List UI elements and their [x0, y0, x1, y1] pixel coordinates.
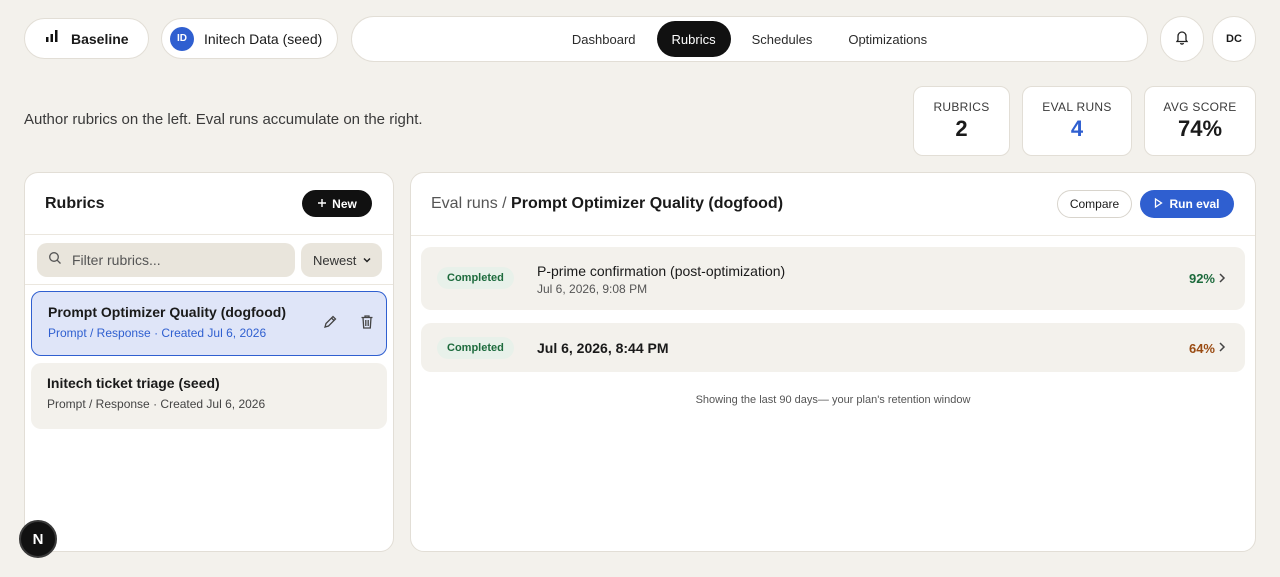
- status-badge: Completed: [437, 267, 514, 289]
- notifications-button[interactable]: [1160, 16, 1204, 62]
- breadcrumb-root[interactable]: Eval runs /: [431, 195, 507, 212]
- eval-actions: Compare Run eval: [1057, 190, 1234, 218]
- dev-tools-badge[interactable]: N: [19, 520, 57, 558]
- stat-label: EVAL RUNS: [1042, 100, 1112, 114]
- page-intro: Author rubrics on the left. Eval runs ac…: [24, 111, 423, 128]
- rubric-meta: Prompt / Response · Created Jul 6, 2026: [47, 397, 371, 411]
- eval-run-row[interactable]: Completed P-prime confirmation (post-opt…: [421, 247, 1245, 310]
- tab-schedules[interactable]: Schedules: [737, 21, 828, 57]
- rubrics-header: Rubrics New: [25, 173, 393, 235]
- rubrics-panel: Rubrics New Newest Prompt Optimizer Qual…: [24, 172, 394, 552]
- bar-chart-icon: [45, 29, 59, 48]
- breadcrumb: Eval runs / Prompt Optimizer Quality (do…: [431, 195, 783, 213]
- stat-value: 74%: [1177, 116, 1223, 141]
- stat-value: 4: [1070, 116, 1084, 141]
- tab-optimizations[interactable]: Optimizations: [833, 21, 942, 57]
- stat-rubrics: RUBRICS 2: [913, 86, 1010, 156]
- eval-run-row[interactable]: Completed Jul 6, 2026, 8:44 PM 64%: [421, 323, 1245, 372]
- stat-value: 2: [955, 116, 968, 141]
- run-score: 64%: [1188, 341, 1215, 356]
- rubric-name: Initech ticket triage (seed): [47, 375, 220, 391]
- rubrics-title: Rubrics: [45, 194, 105, 212]
- main-nav: Dashboard Rubrics Schedules Optimization…: [351, 16, 1148, 62]
- compare-button[interactable]: Compare: [1057, 190, 1132, 218]
- rubric-filter-bar: Newest: [25, 235, 393, 285]
- eval-runs-header: Eval runs / Prompt Optimizer Quality (do…: [411, 173, 1255, 236]
- workspace-switcher[interactable]: ID Initech Data (seed): [161, 18, 338, 59]
- sort-value: Newest: [313, 252, 357, 268]
- new-rubric-label: New: [332, 196, 357, 211]
- run-title: P-prime confirmation (post-optimization): [537, 263, 786, 279]
- rubric-type: Prompt / Response: [48, 326, 151, 340]
- run-eval-button[interactable]: Run eval: [1140, 190, 1234, 218]
- user-avatar[interactable]: DC: [1212, 16, 1256, 62]
- rubric-created: Created Jul 6, 2026: [161, 326, 267, 340]
- brand-label: Baseline: [71, 30, 129, 47]
- rubric-actions: [322, 314, 374, 335]
- run-eval-label: Run eval: [1169, 197, 1220, 211]
- chevron-right-icon: [1217, 271, 1227, 290]
- stat-label: RUBRICS: [933, 100, 990, 114]
- run-score: 92%: [1188, 271, 1215, 286]
- workspace-name: Initech Data (seed): [204, 30, 323, 47]
- plus-icon: [317, 197, 327, 211]
- chevron-right-icon: [1217, 340, 1227, 359]
- run-title: Jul 6, 2026, 8:44 PM: [537, 340, 669, 356]
- edit-icon[interactable]: [322, 314, 338, 335]
- rubric-item[interactable]: Prompt Optimizer Quality (dogfood) Promp…: [31, 291, 387, 356]
- rubric-created: Created Jul 6, 2026: [160, 397, 266, 411]
- rubric-search: [37, 243, 295, 277]
- workspace-avatar: ID: [170, 26, 194, 51]
- play-icon: [1154, 197, 1164, 211]
- retention-note: Showing the last 90 days— your plan's re…: [695, 394, 971, 406]
- brand-button[interactable]: Baseline: [24, 18, 149, 59]
- chevron-down-icon: [362, 253, 372, 268]
- new-rubric-button[interactable]: New: [302, 190, 372, 217]
- run-date: Jul 6, 2026, 9:08 PM: [537, 282, 648, 296]
- stat-avg-score: AVG SCORE 74%: [1144, 86, 1256, 156]
- trash-icon[interactable]: [360, 314, 374, 335]
- status-badge: Completed: [437, 337, 514, 359]
- breadcrumb-current: Prompt Optimizer Quality (dogfood): [511, 195, 784, 212]
- search-icon: [48, 251, 62, 270]
- rubric-type: Prompt / Response: [47, 397, 150, 411]
- tab-dashboard[interactable]: Dashboard: [557, 21, 651, 57]
- sort-select[interactable]: Newest: [301, 243, 382, 277]
- rubric-search-input[interactable]: [72, 252, 272, 268]
- eval-runs-panel: Eval runs / Prompt Optimizer Quality (do…: [410, 172, 1256, 552]
- bell-icon: [1174, 29, 1190, 50]
- rubric-item[interactable]: Initech ticket triage (seed) Prompt / Re…: [31, 363, 387, 429]
- stat-eval-runs: EVAL RUNS 4: [1022, 86, 1132, 156]
- stat-label: AVG SCORE: [1163, 100, 1237, 114]
- tab-rubrics[interactable]: Rubrics: [656, 21, 731, 57]
